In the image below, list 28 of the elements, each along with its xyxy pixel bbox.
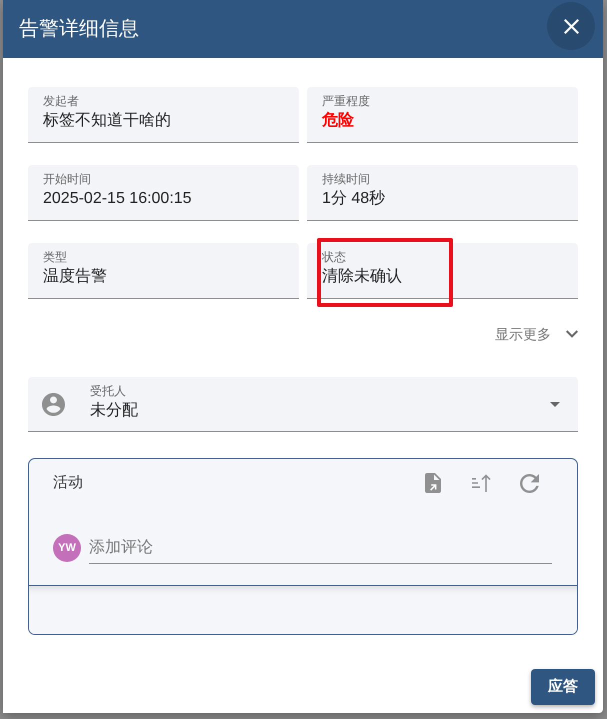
field-value: 危险	[322, 110, 355, 131]
activity-title: 活动	[53, 472, 83, 493]
refresh-icon[interactable]	[520, 474, 538, 492]
assignee-select[interactable]: 受托人 未分配	[28, 377, 578, 432]
field-label: 严重程度	[322, 93, 371, 109]
sort-icon[interactable]	[471, 473, 491, 493]
field-value: 1分 48秒	[322, 189, 386, 209]
dialog-title: 告警详细信息	[19, 17, 139, 42]
field-value: 标签不知道干啥的	[43, 111, 172, 131]
file-export-icon[interactable]	[425, 473, 441, 493]
assignee-value: 未分配	[90, 400, 139, 421]
field-label: 开始时间	[43, 171, 92, 187]
acknowledge-button[interactable]: 应答	[531, 669, 595, 705]
field-value: 2025-02-15 16:00:15	[43, 189, 193, 209]
close-button[interactable]	[547, 2, 595, 50]
field-value: 清除未确认	[322, 266, 403, 287]
field-value: 温度告警	[43, 266, 108, 287]
close-icon	[564, 18, 578, 34]
field-label: 类型	[43, 249, 68, 265]
field-label: 状态	[322, 249, 347, 265]
dropdown-caret-icon	[550, 402, 560, 406]
user-avatar: YW	[53, 534, 81, 562]
field-label: 持续时间	[322, 171, 371, 187]
assignee-label: 受托人	[90, 383, 127, 399]
field-label: 发起者	[43, 93, 80, 109]
person-icon	[42, 392, 65, 416]
show-more-button[interactable]: 显示更多	[495, 324, 578, 344]
comment-field[interactable]: 添加评论	[89, 532, 552, 564]
